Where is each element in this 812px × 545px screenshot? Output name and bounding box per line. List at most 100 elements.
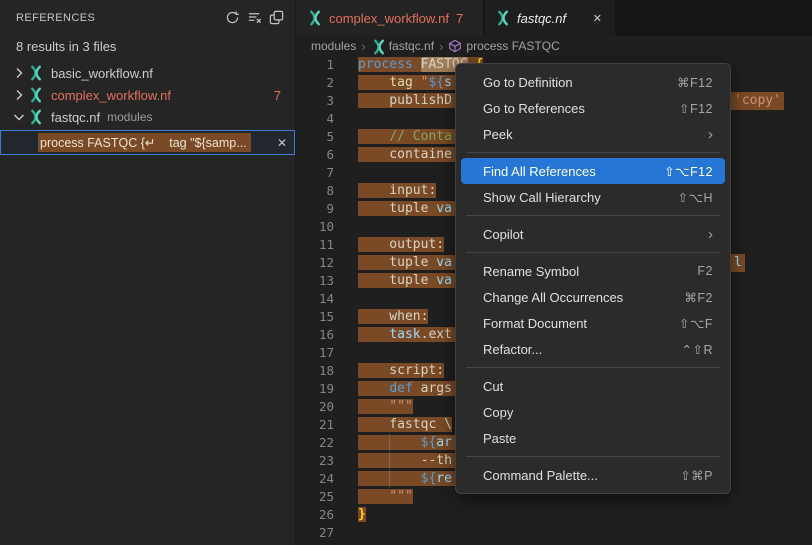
menu-separator bbox=[466, 152, 720, 153]
file-name: complex_workflow.nf bbox=[51, 88, 171, 103]
menu-item-shortcut: ⇧F12 bbox=[679, 101, 713, 116]
breadcrumb-item-modules[interactable]: modules bbox=[311, 39, 356, 53]
menu-item-go-to-definition[interactable]: Go to Definition⌘F12 bbox=[461, 69, 725, 95]
line-number: 10 bbox=[297, 218, 358, 236]
menu-item-refactor[interactable]: Refactor...⌃⇧R bbox=[461, 336, 725, 362]
menu-item-label: Refactor... bbox=[483, 342, 682, 357]
menu-item-label: Go to References bbox=[483, 101, 679, 116]
clear-results-icon[interactable] bbox=[243, 7, 265, 29]
nextflow-file-icon bbox=[28, 109, 44, 125]
line-number: 13 bbox=[297, 272, 358, 290]
file-result-fastqc-nf[interactable]: fastqc.nf modules bbox=[0, 106, 295, 128]
menu-item-change-all-occurrences[interactable]: Change All Occurrences⌘F2 bbox=[461, 284, 725, 310]
nextflow-file-icon bbox=[307, 10, 323, 26]
file-path-desc: modules bbox=[107, 110, 152, 124]
tab-match-badge: 7 bbox=[456, 11, 463, 26]
panel-header: REFERENCES bbox=[0, 0, 295, 35]
line-number: 12 bbox=[297, 254, 358, 272]
line-number: 6 bbox=[297, 146, 358, 164]
line-number: 19 bbox=[297, 380, 358, 398]
menu-item-label: Command Palette... bbox=[483, 468, 680, 483]
menu-item-label: Go to Definition bbox=[483, 75, 677, 90]
line-number: 4 bbox=[297, 110, 358, 128]
tab-label: fastqc.nf bbox=[517, 11, 566, 26]
close-icon[interactable]: ✕ bbox=[590, 10, 605, 27]
menu-item-shortcut: ⇧⌘P bbox=[680, 468, 713, 483]
close-icon[interactable]: ✕ bbox=[277, 136, 287, 150]
line-number: 27 bbox=[297, 524, 358, 542]
reference-result-item[interactable]: process FASTQC {↵ tag "${samp... ✕ bbox=[0, 130, 295, 155]
line-number: 17 bbox=[297, 344, 358, 362]
file-result-basic_workflow-nf[interactable]: basic_workflow.nf bbox=[0, 62, 295, 84]
line-number: 8 bbox=[297, 182, 358, 200]
chevron-right-icon[interactable] bbox=[10, 65, 28, 81]
file-name: fastqc.nf bbox=[51, 110, 100, 125]
menu-item-rename-symbol[interactable]: Rename SymbolF2 bbox=[461, 258, 725, 284]
tab-fastqc[interactable]: fastqc.nf ✕ bbox=[485, 0, 615, 36]
copy-all-icon[interactable] bbox=[265, 7, 287, 29]
results-tree: basic_workflow.nfcomplex_workflow.nf7fas… bbox=[0, 62, 295, 128]
menu-item-show-call-hierarchy[interactable]: Show Call Hierarchy⇧⌥H bbox=[461, 184, 725, 210]
line-number: 21 bbox=[297, 416, 358, 434]
nextflow-file-icon bbox=[28, 65, 44, 81]
menu-item-paste[interactable]: Paste bbox=[461, 425, 725, 451]
line-number: 20 bbox=[297, 398, 358, 416]
menu-item-copy[interactable]: Copy bbox=[461, 399, 725, 425]
line-number: 25 bbox=[297, 488, 358, 506]
breadcrumb-item-symbol[interactable]: process FASTQC bbox=[466, 39, 559, 53]
chevron-right-icon[interactable] bbox=[10, 87, 28, 103]
menu-item-shortcut: ⌃⇧R bbox=[682, 342, 713, 357]
results-summary: 8 results in 3 files bbox=[0, 35, 295, 62]
menu-item-shortcut: ⇧⌥F bbox=[679, 316, 713, 331]
menu-item-find-all-references[interactable]: Find All References⇧⌥F12 bbox=[461, 158, 725, 184]
menu-item-label: Paste bbox=[483, 431, 713, 446]
menu-item-format-document[interactable]: Format Document⇧⌥F bbox=[461, 310, 725, 336]
menu-item-label: Show Call Hierarchy bbox=[483, 190, 678, 205]
menu-separator bbox=[466, 252, 720, 253]
submenu-chevron-icon: › bbox=[708, 127, 713, 142]
line-number: 5 bbox=[297, 128, 358, 146]
menu-separator bbox=[466, 367, 720, 368]
menu-item-shortcut: ⇧⌥H bbox=[678, 190, 713, 205]
menu-item-command-palette[interactable]: Command Palette...⇧⌘P bbox=[461, 462, 725, 488]
refresh-icon[interactable] bbox=[221, 7, 243, 29]
code-line-26[interactable]: 26} bbox=[297, 506, 812, 524]
code-line-27[interactable]: 27 bbox=[297, 524, 812, 542]
breadcrumb-separator: › bbox=[361, 39, 365, 54]
menu-item-go-to-references[interactable]: Go to References⇧F12 bbox=[461, 95, 725, 121]
tab-complex-workflow[interactable]: complex_workflow.nf 7 bbox=[297, 0, 485, 36]
panel-title: REFERENCES bbox=[16, 12, 221, 24]
nextflow-file-icon bbox=[371, 39, 385, 53]
menu-item-peek[interactable]: Peek› bbox=[461, 121, 725, 147]
menu-item-copilot[interactable]: Copilot› bbox=[461, 221, 725, 247]
menu-item-cut[interactable]: Cut bbox=[461, 373, 725, 399]
line-number: 9 bbox=[297, 200, 358, 218]
line-number: 3 bbox=[297, 92, 358, 110]
menu-separator bbox=[466, 215, 720, 216]
menu-item-label: Copilot bbox=[483, 227, 708, 242]
menu-item-shortcut: ⌘F12 bbox=[677, 75, 713, 90]
file-result-complex_workflow-nf[interactable]: complex_workflow.nf7 bbox=[0, 84, 295, 106]
menu-item-shortcut: F2 bbox=[697, 264, 713, 278]
nextflow-file-icon bbox=[28, 87, 44, 103]
breadcrumb-item-file[interactable]: fastqc.nf bbox=[389, 39, 434, 53]
references-panel: REFERENCES 8 results in 3 files basic_wo… bbox=[0, 0, 296, 545]
line-number: 7 bbox=[297, 164, 358, 182]
code-fragment-right-of-menu: l bbox=[731, 254, 745, 272]
menu-separator bbox=[466, 456, 720, 457]
chevron-down-icon[interactable] bbox=[10, 109, 28, 125]
indent-guide bbox=[389, 434, 390, 488]
menu-item-label: Cut bbox=[483, 379, 713, 394]
editor-group: complex_workflow.nf 7 fastqc.nf ✕ module… bbox=[297, 0, 812, 545]
vscode-window: REFERENCES 8 results in 3 files basic_wo… bbox=[0, 0, 812, 545]
editor-context-menu: Go to Definition⌘F12Go to References⇧F12… bbox=[455, 63, 731, 494]
code-fragment-right-of-menu: 'copy' bbox=[731, 92, 784, 110]
submenu-chevron-icon: › bbox=[708, 227, 713, 242]
file-name: basic_workflow.nf bbox=[51, 66, 153, 81]
menu-item-label: Rename Symbol bbox=[483, 264, 697, 279]
nextflow-file-icon bbox=[495, 10, 511, 26]
line-number: 22 bbox=[297, 434, 358, 452]
result-match-text: process FASTQC {↵ tag "${samp... bbox=[38, 133, 251, 152]
breadcrumb: modules › fastqc.nf › process FASTQC bbox=[297, 36, 812, 56]
line-number: 1 bbox=[297, 56, 358, 74]
